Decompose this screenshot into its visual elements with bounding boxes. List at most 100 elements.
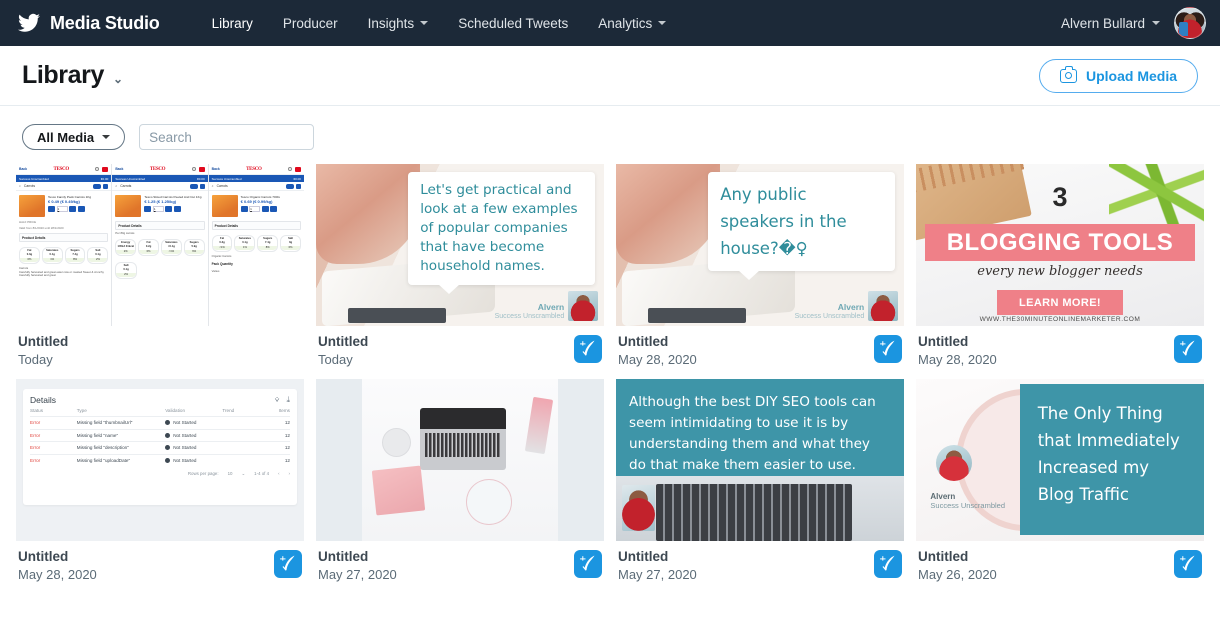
decrement-button[interactable] (240, 206, 248, 213)
signature: Alvern Success Unscrambled (795, 291, 899, 322)
brand-name: Media Studio (50, 12, 160, 33)
tesco-search-term: Carrots (216, 184, 228, 188)
decrement-button[interactable] (144, 206, 152, 213)
tesco-banner: Success Unscrambled €0.00 (112, 175, 208, 182)
media-card[interactable]: Although the best DIY SEO tools can seem… (616, 379, 904, 584)
nutrition-amount: 0.1g (95, 253, 101, 256)
nutrition-cell: Fat 0.2g 0% (138, 238, 159, 256)
media-card[interactable]: Untitled May 27, 2020 (316, 379, 604, 584)
compose-tweet-button[interactable] (574, 550, 602, 578)
media-card[interactable]: 3 BLOGGING TOOLS every new blogger needs… (916, 164, 1204, 369)
compose-tweet-icon (280, 555, 295, 571)
tesco-banner-price: €0.00 (197, 176, 205, 181)
nutrition-pct: 1% (235, 246, 255, 250)
blog-headline: BLOGGING TOOLS (946, 228, 1174, 256)
media-thumbnail-quote[interactable]: Let's get practical and look at a few ex… (316, 164, 604, 326)
search-input[interactable] (139, 124, 315, 150)
cell-validation: Not Started (173, 445, 197, 451)
compose-tweet-button[interactable] (874, 335, 902, 363)
rows-per-page-label: Rows per page: (187, 471, 219, 476)
cell-type: Missing field "name" (76, 432, 119, 438)
media-date: May 26, 2020 (918, 567, 997, 582)
page-title[interactable]: Library ⌄ (22, 61, 123, 90)
twitter-bird-icon (18, 13, 40, 32)
compose-tweet-button[interactable] (874, 550, 902, 578)
increment-button[interactable] (261, 206, 269, 213)
increment-button[interactable] (165, 206, 173, 213)
nutrition-amount: 7.4g (265, 241, 271, 244)
nav-link-library-label: Library (211, 15, 253, 31)
media-thumbnail-teal-panel[interactable]: Alvern Success Unscrambled The Only Thin… (916, 379, 1204, 541)
media-thumbnail-tesco[interactable]: Back TESCO Success Unscrambled €0.00 ⌕ C… (16, 164, 304, 326)
cart-icon (102, 166, 109, 172)
quantity-stepper[interactable]: 1 (240, 206, 301, 213)
cell-status: Error (30, 420, 41, 426)
quantity-stepper[interactable]: 1 (144, 206, 204, 213)
media-thumbnail-quote[interactable]: Any public speakers in the house?�♀ Alve… (616, 164, 904, 326)
cell-validation: Not Started (173, 420, 197, 426)
compose-tweet-button[interactable] (1174, 550, 1202, 578)
nav-link-library[interactable]: Library (212, 16, 253, 31)
tesco-banner-label: Success Unscrambled (19, 176, 49, 181)
nutrition-pct: 8% (65, 258, 85, 262)
signature-portrait (621, 485, 655, 532)
media-card[interactable]: Back TESCO Success Unscrambled €0.00 ⌕ C… (16, 164, 304, 369)
nutrition-cell: Salt 0g 0% (280, 235, 301, 252)
next-page-button[interactable]: › (289, 471, 290, 477)
column-header-validation: Validation (165, 408, 186, 413)
details-header: Details ⩒ ⤓ (30, 395, 290, 405)
column-header-items: Items (278, 408, 290, 413)
decrement-button[interactable] (48, 206, 55, 213)
column-header-type: Type (76, 408, 87, 413)
nutrition-amount: 135kJ 31kcal (117, 244, 134, 248)
nutrition-amount: 0.2g (145, 244, 152, 248)
product-price: € 1.25 (€ 1.25/kg) (144, 199, 177, 205)
compose-tweet-icon (1180, 555, 1195, 571)
media-thumbnail-details-table[interactable]: Details ⩒ ⤓ Status Type Validation Trend… (16, 379, 304, 541)
add-to-cart-icon[interactable] (77, 206, 85, 213)
nav-link-insights[interactable]: Insights (368, 16, 429, 31)
cell-status: Error (30, 445, 41, 451)
increment-button[interactable] (69, 206, 76, 213)
media-type-filter[interactable]: All Media (22, 124, 126, 150)
media-thumbnail-teal-quote[interactable]: Although the best DIY SEO tools can seem… (616, 379, 904, 541)
table-pagination: Rows per page: 10 ⌄ 1-4 of 4 ‹ › (30, 466, 290, 477)
media-card[interactable]: Alvern Success Unscrambled The Only Thin… (916, 379, 1204, 584)
tesco-topbar: Back TESCO (208, 164, 304, 175)
nav-link-analytics[interactable]: Analytics (598, 16, 667, 31)
tesco-panel-2: Back TESCO Success Unscrambled €0.00 ⌕ C… (112, 164, 209, 326)
media-card[interactable]: Any public speakers in the house?�♀ Alve… (616, 164, 904, 369)
signature-name: Alvern (537, 302, 565, 313)
upload-media-label: Upload Media (1085, 67, 1177, 84)
account-menu[interactable]: Alvern Bullard (1061, 16, 1160, 31)
tesco-banner-label: Success Unscrambled (211, 176, 242, 181)
info-icon (165, 457, 171, 463)
media-card-meta: Untitled Today (316, 326, 604, 369)
back-label: Back (211, 167, 220, 171)
nav-link-scheduled-tweets[interactable]: Scheduled Tweets (458, 16, 568, 31)
pack-quantity-value: Varies (211, 268, 220, 273)
media-card[interactable]: Let's get practical and look at a few ex… (316, 164, 604, 369)
nav-link-producer[interactable]: Producer (283, 16, 338, 31)
compose-tweet-button[interactable] (274, 550, 302, 578)
compose-tweet-button[interactable] (1174, 335, 1202, 363)
compose-tweet-icon (580, 340, 595, 356)
add-to-cart-icon[interactable] (173, 206, 181, 213)
rows-per-page-value[interactable]: 10 (228, 471, 233, 477)
brand[interactable]: Media Studio (18, 13, 160, 34)
avatar[interactable] (1174, 7, 1206, 39)
laptop-shape (419, 408, 507, 470)
add-to-cart-icon[interactable] (270, 206, 278, 213)
media-card[interactable]: Details ⩒ ⤓ Status Type Validation Trend… (16, 379, 304, 584)
media-thumbnail-blogging[interactable]: 3 BLOGGING TOOLS every new blogger needs… (916, 164, 1204, 326)
nutrition-pct: 1% (42, 258, 62, 262)
upload-media-button[interactable]: Upload Media (1038, 58, 1198, 93)
signature: Alvern Success Unscrambled (495, 291, 599, 322)
nutrition-table-salt: Salt 0.1g 2% (112, 259, 207, 282)
product-price: € 0.69 (€ 0.99/kg) (240, 199, 273, 205)
compose-tweet-button[interactable] (574, 335, 602, 363)
prev-page-button[interactable]: ‹ (278, 471, 279, 477)
search-icon: ⌕ (115, 184, 118, 188)
quantity-stepper[interactable]: 1 (48, 206, 108, 213)
media-thumbnail-desk-photo[interactable] (316, 379, 604, 541)
